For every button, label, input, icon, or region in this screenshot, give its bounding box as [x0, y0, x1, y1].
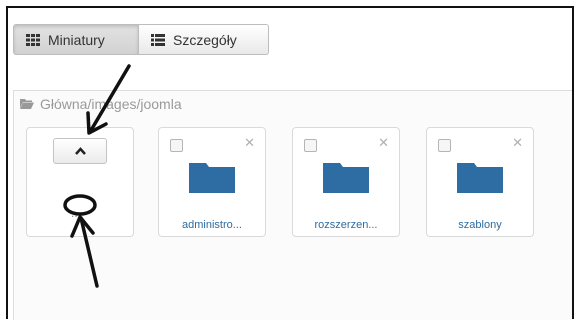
annotation-arrow-down — [86, 64, 131, 135]
annotation-arrow-up — [70, 215, 99, 288]
annotation-overlay — [63, 64, 131, 288]
annotation-circle — [63, 194, 97, 216]
